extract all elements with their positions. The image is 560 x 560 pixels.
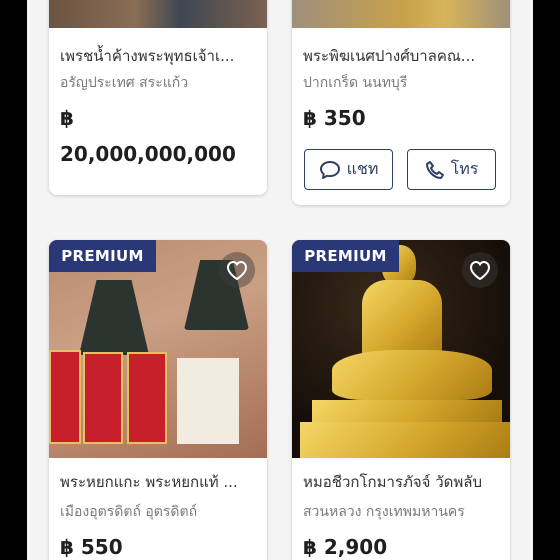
listing-location: ปากเกร็ด นนทบุรี bbox=[303, 75, 408, 91]
premium-badge: PREMIUM bbox=[292, 240, 399, 272]
phone-icon bbox=[425, 160, 444, 179]
call-button[interactable]: โทร bbox=[407, 149, 496, 190]
red-case bbox=[83, 352, 123, 444]
listing-price: ฿ 2,900 bbox=[303, 535, 388, 559]
listing-card[interactable]: PREMIUM หมอชีวกโกมารภัจจ์ วัดพลับ สวนหลว… bbox=[292, 240, 510, 560]
chat-bubble-icon bbox=[319, 160, 340, 179]
listing-title[interactable]: พระหยกแกะ พระหยกแท้ ... bbox=[60, 470, 260, 494]
display-case bbox=[177, 358, 239, 444]
price-currency: ฿ bbox=[60, 106, 74, 130]
chat-button[interactable]: แชท bbox=[304, 149, 393, 190]
listing-card[interactable]: เพรชน้ำค้างพระพุทธเจ้าเ... อรัญประเทศ สร… bbox=[49, 0, 267, 195]
listing-location: เมืองอุตรดิตถ์ อุตรดิตถ์ bbox=[60, 504, 198, 520]
listing-location: อรัญประเทศ สระแก้ว bbox=[60, 75, 189, 91]
statue-body bbox=[362, 280, 442, 360]
amulet-shape bbox=[79, 280, 149, 355]
listing-card[interactable]: พระพิฆเนศปางศ์บาลคณ... ปากเกร็ด นนทบุรี … bbox=[292, 0, 510, 205]
heart-icon bbox=[226, 260, 248, 281]
listing-price: ฿ 350 bbox=[303, 106, 366, 130]
favorite-button[interactable] bbox=[462, 252, 498, 288]
listing-image[interactable]: PREMIUM bbox=[49, 240, 267, 458]
listing-location: สวนหลวง กรุงเทพมหานคร bbox=[303, 504, 465, 520]
heart-icon bbox=[469, 260, 491, 281]
statue-base bbox=[312, 400, 502, 422]
red-case bbox=[127, 352, 167, 444]
favorite-button[interactable] bbox=[219, 252, 255, 288]
listing-grid: เพรชน้ำค้างพระพุทธเจ้าเ... อรัญประเทศ สร… bbox=[27, 0, 533, 560]
listing-card[interactable]: PREMIUM พระหยกแกะ พระหยกแท้ ... เมืองอุต… bbox=[49, 240, 267, 560]
listing-image[interactable]: PREMIUM bbox=[292, 240, 510, 458]
chat-button-label: แชท bbox=[346, 159, 379, 178]
statue-plinth bbox=[300, 422, 510, 458]
listing-price: ฿ 550 bbox=[60, 535, 123, 559]
statue-legs bbox=[332, 350, 492, 400]
listing-price: 20,000,000,000 bbox=[60, 142, 236, 166]
red-case bbox=[49, 350, 81, 444]
listing-image[interactable] bbox=[49, 0, 267, 28]
listing-title[interactable]: หมอชีวกโกมารภัจจ์ วัดพลับ bbox=[303, 470, 503, 494]
premium-badge: PREMIUM bbox=[49, 240, 156, 272]
listing-title[interactable]: พระพิฆเนศปางศ์บาลคณ... bbox=[303, 44, 503, 68]
listing-image[interactable] bbox=[292, 0, 510, 28]
listing-title[interactable]: เพรชน้ำค้างพระพุทธเจ้าเ... bbox=[60, 44, 260, 68]
call-button-label: โทร bbox=[450, 159, 479, 178]
